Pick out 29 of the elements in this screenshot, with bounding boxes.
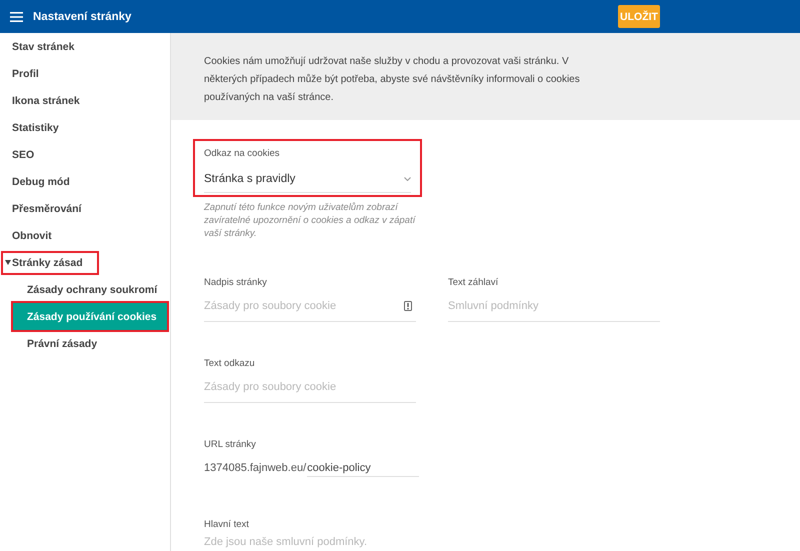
caret-icon[interactable] — [5, 260, 11, 265]
sidebar-item[interactable]: Profil — [12, 64, 39, 82]
sidebar-item[interactable]: Obnovit — [12, 226, 52, 244]
field-label: Hlavní text — [204, 519, 250, 530]
sidebar-item[interactable]: Zásady ochrany soukromí — [13, 276, 167, 303]
sidebar-item[interactable]: Statistiky — [12, 118, 59, 136]
chevron-down-icon — [404, 176, 411, 180]
url-prefix: 1374085.fajnweb.eu/ — [204, 462, 306, 474]
text-field[interactable]: Smluvní podmínky — [448, 300, 660, 312]
hint-text: Zapnutí této funkce novým uživatelům zobrazí zavíratelné upozornění o cookies a odkaz v zápatí vaší stránky. — [204, 201, 417, 240]
field-label: Text záhlaví — [448, 277, 500, 288]
menu-icon[interactable] — [10, 12, 23, 22]
sidebar-item[interactable]: Ikona stránek — [12, 92, 80, 110]
field-label: Text odkazu — [204, 358, 256, 369]
field-label: Nadpis stránky — [204, 277, 268, 288]
sidebar-item[interactable]: Stránky zásad — [3, 252, 97, 272]
sidebar-item[interactable]: Právní zásady — [13, 330, 167, 357]
text-field[interactable]: Zásady pro soubory cookie — [204, 300, 404, 312]
sidebar-item[interactable]: Debug mód — [12, 172, 70, 190]
text-field[interactable]: Zásady pro soubory cookie — [204, 381, 416, 393]
sidebar-item[interactable]: SEO — [12, 146, 34, 164]
badge-icon[interactable] — [404, 301, 412, 311]
text-area[interactable]: Zde jsou naše smluvní podmínky. — [204, 536, 464, 551]
sidebar-item[interactable]: Stav stránek — [12, 38, 74, 56]
sidebar-item[interactable]: Přesměrování — [12, 200, 82, 218]
intro-text: Cookies nám umožňují udržovat naše služby v chodu a provozovat vaši stránku. V některých případech může být potřeba, abyste své návštěvníky informovali o cookies používaných na vaší stránce. — [204, 55, 581, 105]
field-label: URL stránky — [204, 439, 257, 450]
cookie-link-select[interactable]: Odkaz na cookies Stránka s pravidly — [195, 141, 420, 195]
page-title: Nastavení stránky — [33, 10, 132, 22]
